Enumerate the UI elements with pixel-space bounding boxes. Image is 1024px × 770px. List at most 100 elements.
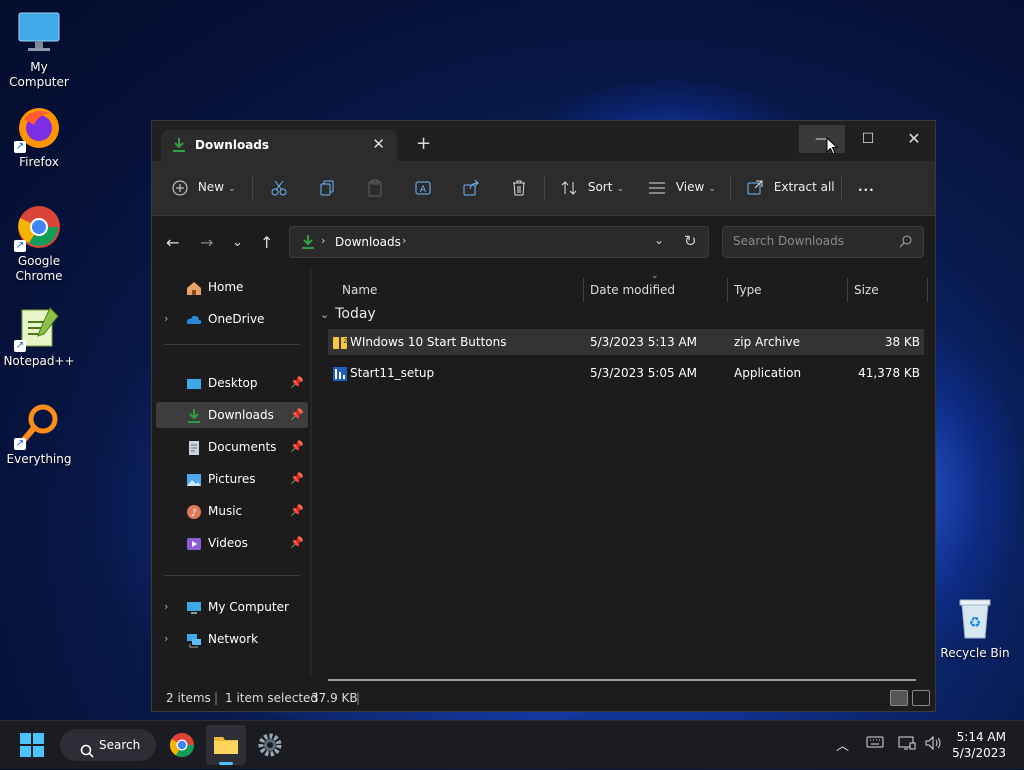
sidebar-item-my-computer[interactable]: › My Computer (156, 594, 308, 620)
chevron-right-icon[interactable]: › (164, 306, 168, 332)
column-header-date-modified[interactable]: Date modified (590, 283, 675, 297)
network-status-icon[interactable] (898, 735, 916, 755)
breadcrumb-downloads[interactable]: Downloads (335, 235, 401, 249)
volume-icon[interactable] (924, 735, 942, 755)
chevron-right-icon[interactable]: › (164, 626, 168, 652)
pin-icon[interactable]: 📌 (290, 498, 304, 524)
cut-button[interactable] (270, 177, 288, 197)
network-icon (186, 631, 202, 648)
search-input[interactable] (731, 233, 895, 249)
desktop-icon-recycle-bin[interactable]: ♻ Recycle Bin (936, 596, 1014, 661)
desktop-icon-everything[interactable]: ↗ Everything (0, 402, 78, 467)
view-button[interactable]: View ⌄ (648, 177, 716, 197)
column-header-name[interactable]: Name (342, 283, 377, 297)
sort-button[interactable]: Sort ⌄ (560, 177, 624, 197)
column-header-size[interactable]: Size (854, 283, 879, 297)
magnifier-icon: ↗ (14, 402, 62, 450)
pin-icon[interactable]: 📌 (290, 434, 304, 460)
sidebar-item-videos[interactable]: Videos 📌 (156, 530, 308, 556)
recent-locations-chevron-icon[interactable]: ⌄ (232, 235, 243, 250)
sidebar-item-home[interactable]: Home (156, 274, 308, 300)
sidebar-item-desktop[interactable]: Desktop 📌 (156, 370, 308, 396)
sort-chevron-icon: ⌄ (651, 271, 659, 281)
tab-downloads[interactable]: Downloads ✕ (161, 130, 397, 161)
taskbar-settings-button[interactable] (254, 729, 286, 761)
minimize-button[interactable]: — (799, 125, 845, 153)
sidebar-item-network[interactable]: › Network (156, 626, 308, 652)
search-box[interactable] (722, 226, 924, 258)
horizontal-scrollbar[interactable] (328, 679, 916, 681)
trash-icon (510, 180, 528, 195)
desktop-icon-firefox[interactable]: ↗ Firefox (0, 105, 78, 170)
sidebar-item-pictures[interactable]: Pictures 📌 (156, 466, 308, 492)
close-window-button[interactable]: ✕ (891, 125, 937, 153)
close-tab-icon[interactable]: ✕ (372, 135, 385, 153)
view-label: View (675, 180, 705, 194)
desktop-icon-chrome[interactable]: ↗ Google Chrome (0, 204, 78, 284)
toolbar-divider (252, 175, 253, 201)
taskbar-file-explorer-button[interactable] (206, 725, 246, 765)
file-row-zip[interactable]: Z WIndows 10 Start Buttons 5/3/2023 5:13… (328, 329, 924, 355)
keyboard-icon[interactable] (866, 735, 884, 753)
column-divider[interactable] (927, 278, 928, 302)
group-header-today[interactable]: ⌄ Today (320, 306, 376, 322)
chevron-down-icon: ⌄ (708, 184, 716, 194)
file-row-application[interactable]: Start11_setup 5/3/2023 5:05 AM Applicati… (328, 360, 924, 386)
scissors-icon (270, 180, 288, 195)
chevron-right-icon[interactable]: › (164, 594, 168, 620)
taskbar-chrome-button[interactable] (166, 729, 198, 761)
address-dropdown-chevron-icon[interactable]: ⌄ (654, 233, 664, 247)
taskbar-search-button[interactable]: Search (60, 729, 156, 761)
start-button[interactable] (16, 729, 48, 761)
copy-button[interactable] (318, 177, 336, 197)
navigation-pane: Home › OneDrive Desktop 📌 Downloads 📌 Do… (152, 268, 310, 676)
monitor-icon (16, 10, 62, 56)
download-icon (171, 137, 187, 153)
sidebar-divider (164, 344, 300, 345)
back-arrow-icon[interactable]: ← (166, 233, 179, 252)
sidebar-item-documents[interactable]: Documents 📌 (156, 434, 308, 460)
extract-all-label: Extract all (773, 180, 835, 194)
large-icons-view-button[interactable] (912, 690, 930, 706)
address-bar[interactable]: › Downloads › ⌄ ↻ (289, 226, 709, 258)
maximize-button[interactable]: ☐ (845, 125, 891, 153)
details-view-button[interactable] (890, 690, 908, 706)
refresh-icon[interactable]: ↻ (684, 232, 697, 250)
column-header-type[interactable]: Type (734, 283, 762, 297)
share-button[interactable] (462, 177, 480, 197)
shortcut-arrow-icon: ↗ (14, 438, 26, 450)
sidebar-item-music[interactable]: ♪ Music 📌 (156, 498, 308, 524)
delete-button[interactable] (510, 177, 528, 197)
pin-icon[interactable]: 📌 (290, 370, 304, 396)
svg-text:♪: ♪ (191, 508, 197, 519)
forward-arrow-icon[interactable]: → (200, 233, 213, 252)
pin-icon[interactable]: 📌 (290, 402, 304, 428)
shortcut-arrow-icon: ↗ (14, 240, 26, 252)
breadcrumb-separator-icon: › (321, 234, 326, 247)
sidebar-item-onedrive[interactable]: › OneDrive (156, 306, 308, 332)
desktop-icon-my-computer[interactable]: My Computer (0, 10, 78, 90)
paste-button[interactable] (366, 177, 384, 197)
new-button[interactable]: New ⌄ (172, 177, 236, 197)
video-icon (186, 535, 202, 551)
column-divider[interactable] (847, 278, 848, 302)
breadcrumb-separator-icon[interactable]: › (402, 234, 406, 247)
rename-icon: A (414, 180, 432, 195)
monitor-icon (186, 599, 202, 615)
up-arrow-icon[interactable]: ↑ (260, 233, 273, 252)
sidebar-item-downloads[interactable]: Downloads 📌 (156, 402, 308, 428)
chevron-down-icon: ⌄ (320, 308, 330, 321)
desktop-icon-notepadpp[interactable]: ↗ Notepad++ (0, 304, 78, 369)
column-divider[interactable] (583, 278, 584, 302)
system-clock[interactable]: 5:14 AM 5/3/2023 (952, 729, 1006, 761)
file-explorer-window: Downloads ✕ + — ☐ ✕ New ⌄ A Sort ⌄ View … (151, 120, 936, 712)
column-divider[interactable] (727, 278, 728, 302)
show-hidden-icons-chevron-icon[interactable]: ︿ (836, 735, 849, 754)
new-tab-button[interactable]: + (416, 133, 431, 154)
pin-icon[interactable]: 📌 (290, 466, 304, 492)
rename-button[interactable]: A (414, 177, 432, 197)
extract-all-button[interactable]: Extract all (746, 177, 835, 197)
extract-icon (746, 180, 764, 194)
pin-icon[interactable]: 📌 (290, 530, 304, 556)
more-options-button[interactable]: ... (858, 177, 875, 197)
